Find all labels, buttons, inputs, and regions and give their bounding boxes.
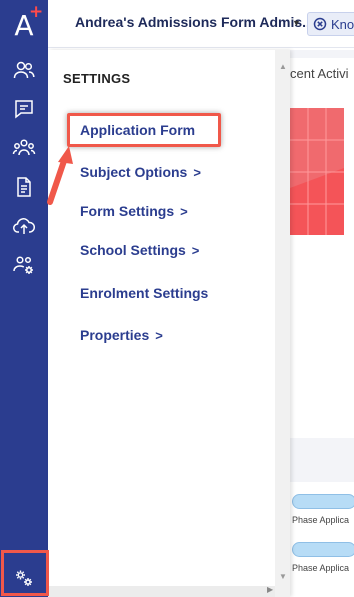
cloud-upload-icon xyxy=(13,218,36,234)
rail-item-user-settings[interactable] xyxy=(0,247,48,283)
top-header: Andrea's Admissions Form Admis... ▼ Kno xyxy=(48,0,354,48)
rail-item-upload[interactable] xyxy=(0,208,48,244)
horizontal-scrollbar[interactable] xyxy=(48,586,275,597)
phase-label: Phase Applica xyxy=(292,563,350,573)
menu-item-subject-options[interactable]: Subject Options > xyxy=(80,164,201,180)
chevron-right-icon: > xyxy=(191,243,200,258)
menu-item-label: Properties xyxy=(80,327,150,343)
menu-item-school-settings[interactable]: School Settings > xyxy=(80,242,199,258)
phase-progress-pill[interactable] xyxy=(292,542,354,557)
x-circle-icon xyxy=(313,17,327,31)
menu-item-label: Enrolment Settings xyxy=(80,285,209,301)
people-icon xyxy=(13,61,35,79)
scroll-right-arrow-icon[interactable]: ▶ xyxy=(267,585,273,594)
settings-heading: SETTINGS xyxy=(63,71,131,86)
recent-activity-title: cent Activi xyxy=(290,66,349,81)
phase-label: Phase Applica xyxy=(292,515,350,525)
rail-item-messages[interactable] xyxy=(0,91,48,127)
app-window: cent Activi Phase Applica Phase Applica … xyxy=(0,0,354,597)
vertical-scrollbar[interactable] xyxy=(275,50,290,597)
chat-icon xyxy=(15,100,33,119)
nav-rail: A + xyxy=(0,0,48,597)
scroll-up-arrow-icon[interactable]: ▲ xyxy=(279,62,287,71)
settings-gear-highlight xyxy=(1,550,49,596)
app-logo[interactable]: A + xyxy=(0,0,48,50)
menu-item-enrolment-settings[interactable]: Enrolment Settings xyxy=(80,285,208,301)
knowledge-button[interactable]: Kno xyxy=(307,12,354,36)
rail-item-contacts[interactable] xyxy=(0,52,48,88)
chevron-right-icon: > xyxy=(180,204,188,219)
form-title[interactable]: Andrea's Admissions Form Admis... xyxy=(75,14,315,30)
menu-item-label: School Settings xyxy=(80,242,186,258)
pointer-arrow-icon xyxy=(47,146,73,205)
menu-item-label: Subject Options xyxy=(80,164,188,180)
menu-item-form-settings[interactable]: Form Settings > xyxy=(80,203,188,219)
chart-tile-pattern xyxy=(290,108,344,235)
caret-down-icon[interactable]: ▼ xyxy=(292,18,301,28)
chevron-right-icon: > xyxy=(193,165,201,180)
scroll-down-arrow-icon[interactable]: ▼ xyxy=(279,572,287,581)
logo-plus: + xyxy=(29,2,44,22)
group-icon xyxy=(12,139,36,156)
menu-item-label: Form Settings xyxy=(80,203,175,219)
menu-item-properties[interactable]: Properties > xyxy=(80,327,163,343)
application-form-highlight xyxy=(67,113,221,147)
chevron-right-icon: > xyxy=(155,328,163,343)
document-icon xyxy=(17,177,31,197)
phase-card: Phase Applica Phase Applica xyxy=(290,482,354,597)
chart-tile xyxy=(290,108,344,235)
knowledge-button-label: Kno xyxy=(331,17,354,32)
users-gear-icon xyxy=(13,256,33,274)
phase-progress-pill[interactable] xyxy=(292,494,354,509)
